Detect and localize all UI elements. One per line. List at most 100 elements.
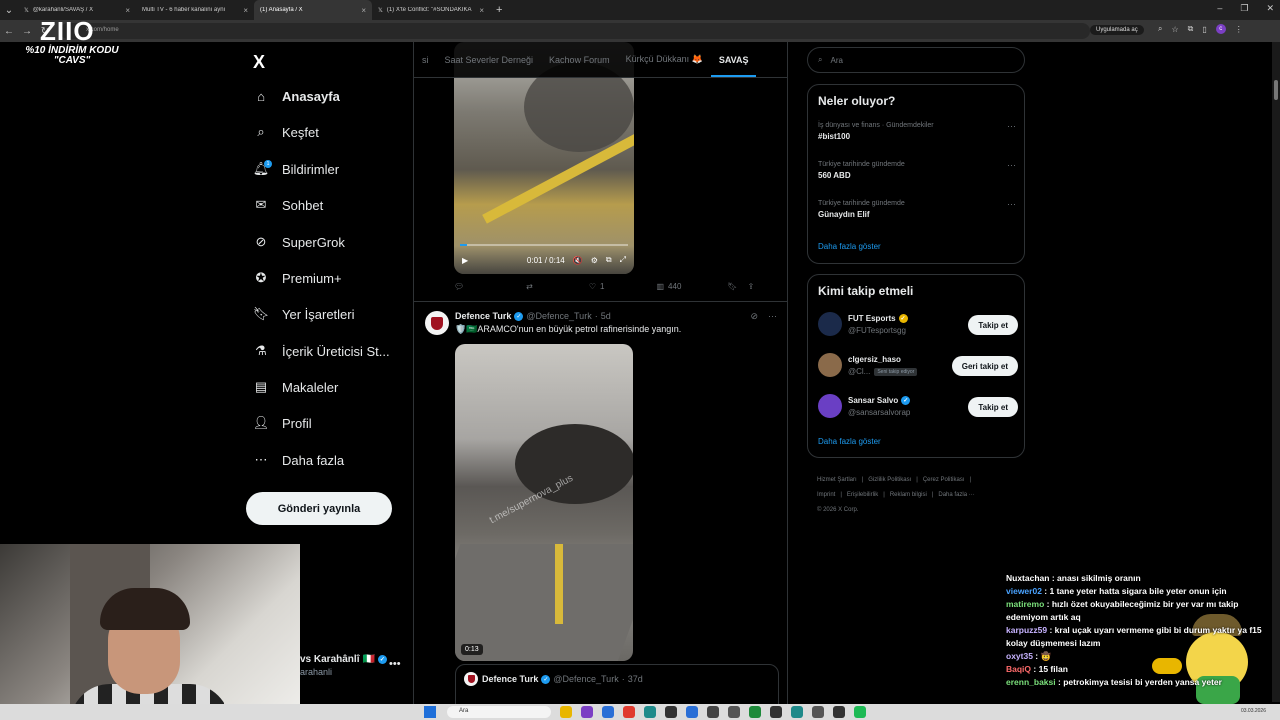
- play-icon[interactable]: ▶: [462, 256, 468, 265]
- fullscreen-icon[interactable]: ⤢: [620, 255, 626, 265]
- taskbar-app-icon[interactable]: [770, 706, 782, 718]
- more-icon[interactable]: ···: [1007, 121, 1016, 131]
- timeline-tab[interactable]: Kürkçü Dükkanı 🦊: [618, 54, 711, 65]
- taskbar-app-icon[interactable]: [833, 706, 845, 718]
- nav-item-7[interactable]: ⚗ İçerik Üreticisi St...: [253, 343, 389, 359]
- footer-link[interactable]: Gizlilik Politikası: [868, 477, 911, 483]
- follow-button[interactable]: Takip et: [968, 397, 1018, 417]
- taskbar-app-icon[interactable]: [602, 706, 614, 718]
- forward-icon[interactable]: →: [18, 26, 36, 37]
- share-button[interactable]: ⇪: [748, 282, 755, 291]
- footer-link[interactable]: Çerez Politikası: [923, 477, 965, 483]
- more-icon[interactable]: ···: [1007, 160, 1016, 170]
- suggestion-name[interactable]: Sansar Salvo: [848, 396, 898, 405]
- trends-show-more[interactable]: Daha fazla göster: [818, 242, 881, 251]
- taskbar-app-icon[interactable]: [728, 706, 740, 718]
- menu-icon[interactable]: ⋮: [1235, 25, 1243, 34]
- taskbar-app-icon[interactable]: [686, 706, 698, 718]
- follow-suggestion[interactable]: clgersiz_haso @Cl... Seni takip ediyor Geri…: [818, 353, 1018, 379]
- taskbar-app-icon[interactable]: [749, 706, 761, 718]
- views-button[interactable]: ▥ 440: [656, 282, 681, 291]
- nav-item-4[interactable]: ⊘ SuperGrok: [253, 234, 345, 250]
- pip-icon[interactable]: ⧉: [606, 255, 612, 265]
- grok-icon[interactable]: ⊘: [750, 311, 758, 322]
- nav-item-5[interactable]: ✪ Premium+: [253, 270, 342, 286]
- taskbar-app-icon[interactable]: [581, 706, 593, 718]
- avatar[interactable]: [425, 311, 449, 335]
- follow-suggestion[interactable]: FUT Esports ✓ @FUTesportsgg Takip et: [818, 312, 1018, 338]
- trend-item[interactable]: Türkiye tarihinde gündemde Günaydın Elif ·…: [818, 199, 1018, 219]
- taskbar-app-icon[interactable]: [812, 706, 824, 718]
- post-button[interactable]: Gönderi yayınla: [246, 492, 392, 525]
- maximize-icon[interactable]: ❐: [1240, 3, 1248, 14]
- tweet-author[interactable]: Defence Turk: [455, 311, 511, 321]
- taskbar-search[interactable]: Ara: [447, 706, 551, 718]
- close-tab-icon[interactable]: ×: [243, 6, 248, 15]
- taskbar-app-icon[interactable]: [665, 706, 677, 718]
- taskbar-app-icon[interactable]: [644, 706, 656, 718]
- browser-tab-2[interactable]: Multi TV - 6 haber kanalını aynı ×: [136, 0, 254, 20]
- trend-item[interactable]: İş dünyası ve finans · Gündemdekiler #bis…: [818, 121, 1018, 141]
- tweet-age[interactable]: 5d: [601, 311, 611, 321]
- address-bar[interactable]: x.com/home: [60, 23, 1090, 39]
- close-window-icon[interactable]: ✕: [1266, 3, 1274, 14]
- more-icon[interactable]: ···: [768, 311, 777, 322]
- follow-button[interactable]: Geri takip et: [951, 356, 1018, 376]
- scrollbar-thumb[interactable]: [1274, 80, 1278, 100]
- close-tab-icon[interactable]: ×: [361, 6, 366, 15]
- more-icon[interactable]: ···: [1007, 199, 1016, 209]
- star-icon[interactable]: ☆: [1171, 25, 1178, 34]
- new-tab-button[interactable]: +: [496, 4, 502, 16]
- profile-avatar[interactable]: c: [1215, 24, 1226, 34]
- avatar[interactable]: [818, 353, 842, 377]
- footer-link[interactable]: Reklam bilgisi: [890, 492, 927, 498]
- timeline-tab[interactable]: si: [414, 55, 437, 65]
- x-logo-icon[interactable]: X: [253, 52, 265, 73]
- search-input[interactable]: ⌕ Ara: [807, 47, 1025, 73]
- timeline-tab[interactable]: Saat Severler Derneği: [437, 55, 542, 65]
- footer-link[interactable]: Daha fazla ···: [938, 492, 974, 498]
- nav-item-3[interactable]: ✉ Sohbet: [253, 197, 324, 213]
- follow-show-more[interactable]: Daha fazla göster: [818, 437, 881, 446]
- video-player-2[interactable]: t.me/supernova_plus 0:13: [455, 344, 633, 661]
- suggestion-name[interactable]: clgersiz_haso: [848, 355, 901, 364]
- nav-item-0[interactable]: ⌂ Anasayfa: [253, 88, 340, 104]
- account-switcher[interactable]: vs Karahânlî 🇮🇹 ✓ arahanli: [300, 654, 387, 677]
- reply-button[interactable]: 💬︎: [454, 282, 464, 291]
- extensions-icon[interactable]: ⧉: [1188, 24, 1194, 34]
- avatar[interactable]: [818, 394, 842, 418]
- taskbar-clock[interactable]: 03.03.2026: [1241, 708, 1266, 714]
- windows-start-icon[interactable]: [424, 706, 436, 718]
- browser-tab-3[interactable]: (1) Anasayfa / X ×: [254, 0, 372, 20]
- taskbar-app-icon[interactable]: [854, 706, 866, 718]
- taskbar-app-icon[interactable]: [623, 706, 635, 718]
- footer-link[interactable]: Erişilebilirlik: [847, 492, 878, 498]
- trend-item[interactable]: Türkiye tarihinde gündemde 560 ABD ···: [818, 160, 1018, 180]
- timeline-tab[interactable]: SAVAŞ: [710, 43, 757, 77]
- more-icon[interactable]: •••: [389, 658, 401, 670]
- nav-item-10[interactable]: ⋯ Daha fazla: [253, 452, 345, 468]
- avatar[interactable]: [818, 312, 842, 336]
- retweet-button[interactable]: ⇄: [526, 282, 533, 291]
- bookmark-button[interactable]: 🔖︎: [727, 282, 737, 291]
- close-tab-icon[interactable]: ×: [479, 6, 484, 15]
- footer-link[interactable]: Imprint: [817, 492, 835, 498]
- tweet-handle[interactable]: @Defence_Turk: [526, 311, 591, 321]
- like-button[interactable]: ♡ 1: [589, 282, 605, 291]
- tab-search-icon[interactable]: ⌄: [0, 5, 18, 16]
- footer-link[interactable]: © 2026 X Corp.: [817, 507, 858, 513]
- mute-icon[interactable]: 🔇: [573, 256, 583, 265]
- nav-item-9[interactable]: 👤︎ Profil: [253, 415, 312, 431]
- follow-button[interactable]: Takip et: [968, 315, 1018, 335]
- taskbar-app-icon[interactable]: [791, 706, 803, 718]
- footer-link[interactable]: Hizmet Şartları: [817, 477, 857, 483]
- suggestion-name[interactable]: FUT Esports: [848, 314, 896, 323]
- browser-tab-4[interactable]: 𝕏 (1) X'te Conflict: "#SONDAKİKA ×: [372, 0, 490, 20]
- follow-suggestion[interactable]: Sansar Salvo ✓ @sansarsalvorap Takip et: [818, 394, 1018, 420]
- timeline-tab[interactable]: Kachow Forum: [541, 55, 618, 65]
- nav-item-6[interactable]: 🔖︎ Yer İşaretleri: [253, 306, 355, 322]
- taskbar-app-icon[interactable]: [707, 706, 719, 718]
- zoom-icon[interactable]: ⌕: [1158, 24, 1162, 34]
- minimize-icon[interactable]: –: [1217, 3, 1222, 14]
- settings-icon[interactable]: ⚙: [591, 256, 598, 265]
